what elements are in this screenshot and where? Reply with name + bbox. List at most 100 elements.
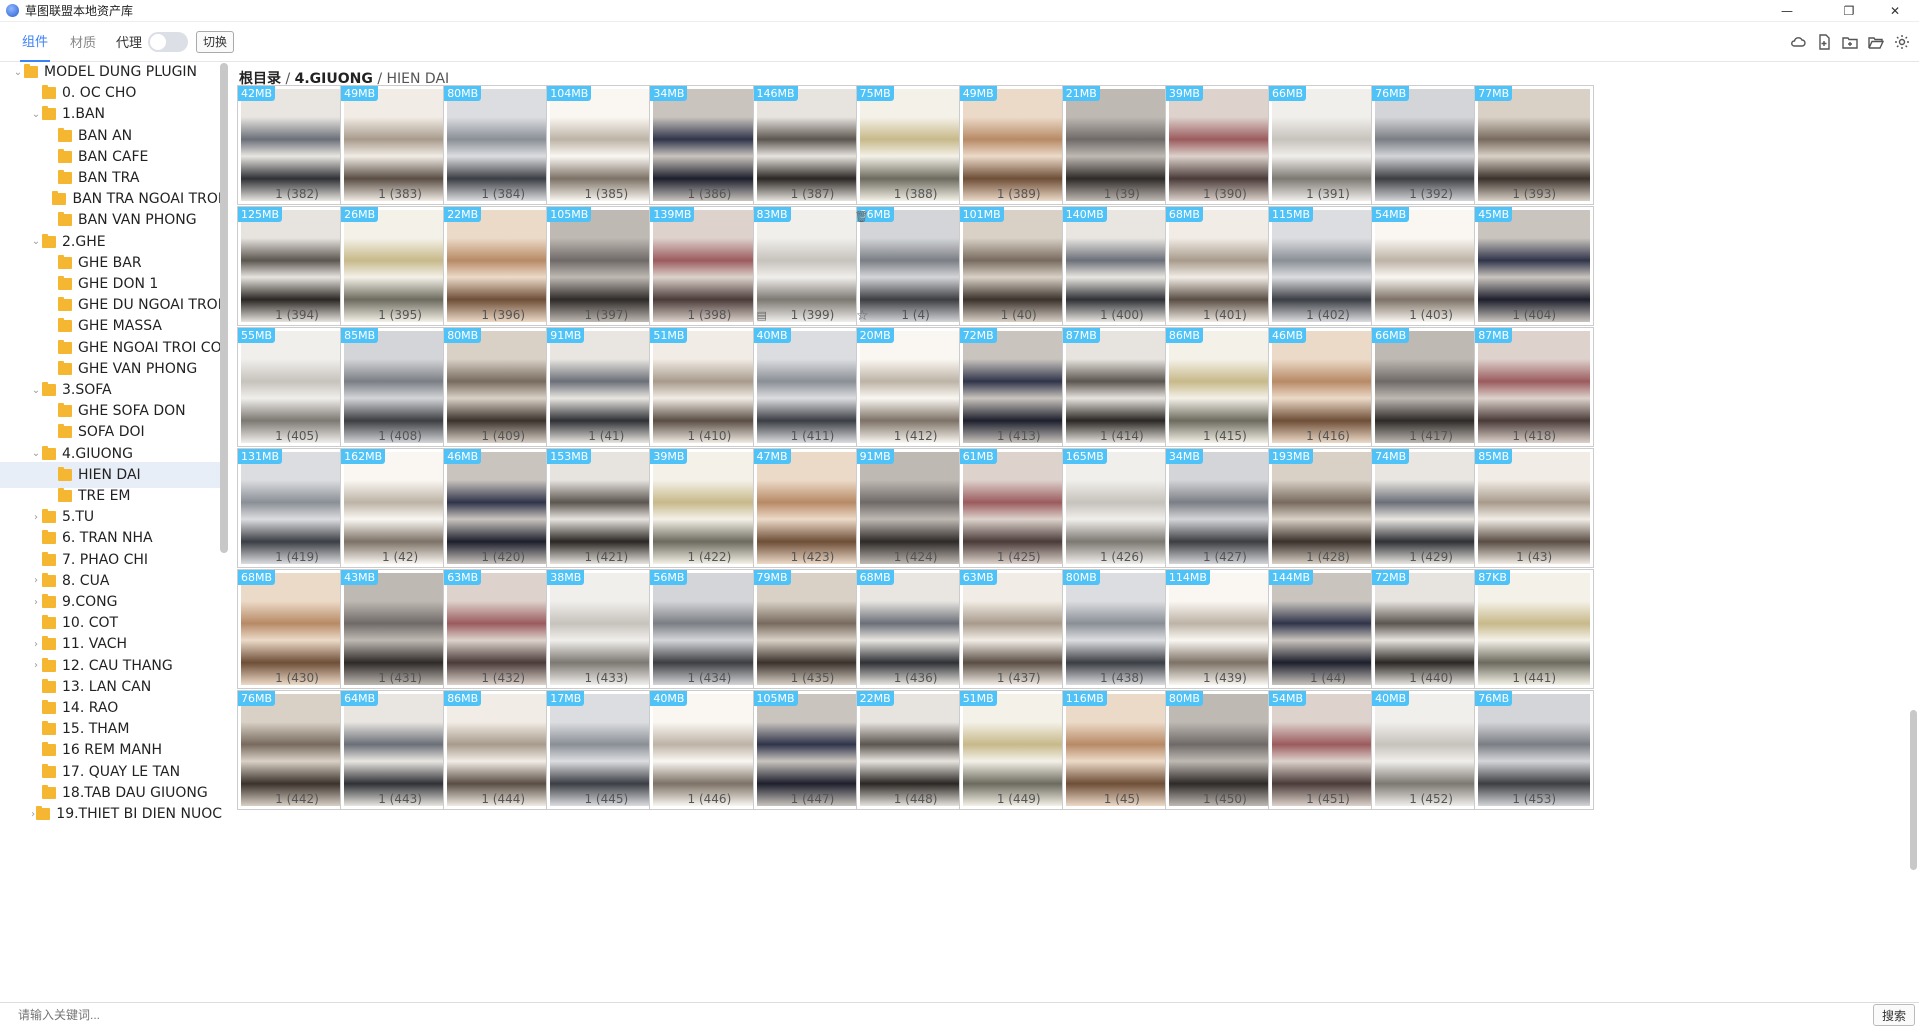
folder-icon [42,233,56,248]
close-button[interactable]: ✕ [1872,0,1918,22]
proxy-toggle[interactable] [148,31,189,52]
cloud-button[interactable] [1789,33,1807,51]
file-size-badge: 80MB [1062,570,1100,585]
asset-name: 1 (390) [1203,187,1247,201]
file-size-badge: 63MB [959,570,997,585]
asset-name: 1 (399) [790,308,835,322]
chevron-right-icon[interactable]: › [30,575,42,586]
bed-preview-image [859,331,972,443]
asset-name: 1 (448) [893,792,938,806]
search-input[interactable] [18,1006,1868,1024]
tree-item-label: 18.TAB DAU GIUONG [62,784,208,801]
tree-item-label: 7. PHAO CHI [62,551,149,568]
asset-name: 1 (385) [584,187,629,201]
file-size-badge: 56MB [650,570,688,585]
bed-preview-image [447,694,560,806]
details-icon[interactable]: ▤ [757,309,767,322]
folder-icon [58,488,72,502]
file-size-badge: 72MB [1372,570,1410,585]
asset-name: 1 (444) [481,792,526,806]
file-size-badge: 51MB [959,691,997,706]
tab-materials[interactable]: 材质 [70,22,96,62]
asset-name: 1 (41) [588,429,625,443]
chevron-down-icon[interactable]: ⌄ [30,385,42,396]
add-file-button[interactable] [1815,33,1833,51]
tree-item-label: GHE DON 1 [78,276,159,292]
asset-name: 1 (392) [1409,187,1453,201]
asset-name: 1 (45) [1103,792,1140,806]
file-size-badge: 105MB [753,691,798,706]
folder-icon [42,551,56,566]
chevron-right-icon[interactable]: › [30,597,42,608]
asset-name: 1 (417) [1409,429,1453,443]
file-size-badge: 85MB [1475,449,1513,464]
asset-name: 1 (397) [584,308,629,322]
bed-preview-image [1375,89,1488,201]
bed-preview-image [550,331,663,443]
bed-preview-image [962,573,1075,685]
folder-icon [42,678,56,693]
bed-preview-image [962,210,1075,322]
bed-preview-image [344,694,457,806]
settings-button[interactable] [1893,33,1911,51]
bed-preview-image [962,331,1075,443]
file-size-badge: 105MB [547,207,592,222]
bed-preview-image [1272,452,1384,564]
chevron-right-icon[interactable]: › [30,639,42,650]
tree-item-label: GHE SOFA DON [78,403,186,420]
minimize-button[interactable]: — [1764,0,1810,22]
favorite-star-icon[interactable]: ☆ [856,308,869,324]
bed-preview-image [859,89,972,201]
bed-preview-image [962,89,1075,201]
bed-preview-image [1065,210,1178,322]
folder-icon [58,148,72,163]
chevron-right-icon[interactable]: › [30,660,42,671]
bed-preview-image [1375,210,1488,322]
chevron-down-icon[interactable]: ⌄ [30,448,42,459]
asset-name: 1 (386) [687,187,732,201]
search-button[interactable]: 搜索 [1872,1004,1915,1026]
add-file-icon [1819,34,1830,50]
maximize-button[interactable]: ❐ [1826,0,1872,22]
add-folder-button[interactable] [1841,33,1859,51]
bed-preview-image [756,452,869,564]
bed-preview-image [1478,210,1591,322]
bed-preview-image [1375,331,1488,443]
bed-preview-image [1168,89,1281,201]
folder-icon [42,700,56,714]
tree-item-label: BAN AN [78,127,133,144]
chevron-down-icon[interactable]: ⌄ [30,236,42,247]
asset-name: 1 (426) [1099,550,1144,564]
asset-name: 1 (438) [1099,671,1144,685]
chevron-down-icon[interactable]: ⌄ [30,109,42,120]
asset-name: 1 (433) [584,671,629,685]
file-size-badge: 40MB [753,328,791,343]
folder-icon [42,784,56,799]
asset-name: 1 (409) [481,429,526,443]
tree-scrollbar[interactable] [220,63,228,553]
chevron-down-icon[interactable]: ⌄ [12,67,24,78]
maximize-icon: ❐ [1843,4,1855,18]
delete-icon[interactable]: 🗑 [855,210,869,223]
bed-preview-image [1375,694,1488,806]
folder-icon [42,636,56,651]
asset-name: 1 (449) [996,792,1041,806]
tab-components[interactable]: 组件 [20,22,51,62]
file-size-badge: 86MB [1165,328,1203,343]
bed-preview-image [550,573,663,685]
chevron-right-icon[interactable]: › [30,512,42,523]
grid-scrollbar[interactable] [1910,710,1917,870]
switch-button[interactable]: 切换 [196,30,235,53]
folder-icon [58,254,72,269]
bed-preview-image [1272,89,1384,201]
asset-name: 1 (388) [893,187,938,201]
bed-preview-image [1065,452,1178,564]
asset-name: 1 (418) [1512,429,1557,443]
tree-item-label: 1.BAN [62,106,106,123]
open-folder-button[interactable] [1867,33,1885,51]
asset-name: 1 (452) [1409,792,1453,806]
tree-item[interactable]: › 19.THIET BI DIEN NUOC [0,801,222,827]
bed-preview-image [1168,452,1281,564]
bed-preview-image [962,452,1075,564]
settings-icon [1895,35,1909,49]
